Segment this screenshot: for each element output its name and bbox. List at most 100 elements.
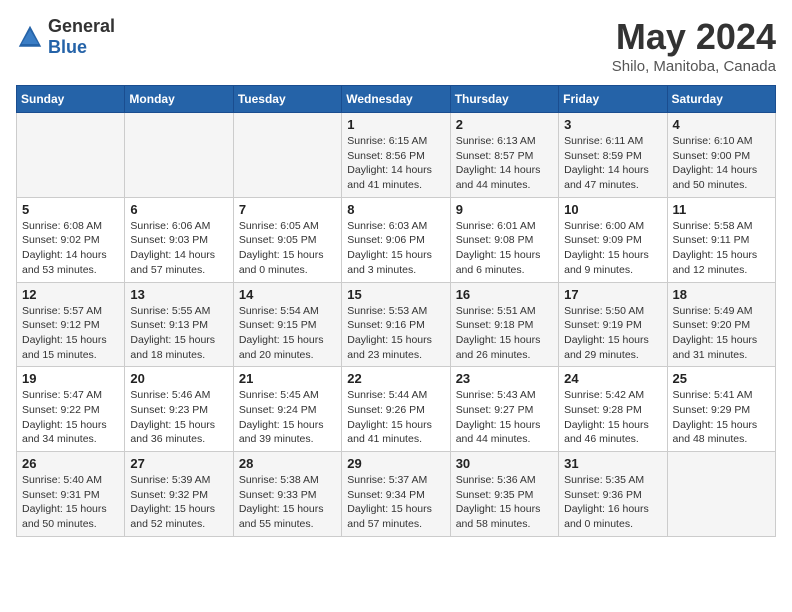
day-number: 16 — [456, 287, 553, 302]
day-info: Sunrise: 6:06 AM Sunset: 9:03 PM Dayligh… — [130, 219, 227, 278]
day-info: Sunrise: 5:42 AM Sunset: 9:28 PM Dayligh… — [564, 388, 661, 447]
calendar-cell: 6 Sunrise: 6:06 AM Sunset: 9:03 PM Daylig… — [125, 197, 233, 282]
day-info: Sunrise: 5:53 AM Sunset: 9:16 PM Dayligh… — [347, 304, 444, 363]
week-row-5: 26Sunrise: 5:40 AM Sunset: 9:31 PM Dayli… — [17, 452, 776, 537]
week-row-2: 5Sunrise: 6:08 AM Sunset: 9:02 PM Daylig… — [17, 197, 776, 282]
day-info: Sunrise: 5:36 AM Sunset: 9:35 PM Dayligh… — [456, 473, 553, 532]
calendar-cell: 22 Sunrise: 5:44 AM Sunset: 9:26 PM Dayli… — [342, 367, 450, 452]
day-number: 25 — [673, 371, 770, 386]
day-number: 24 — [564, 371, 661, 386]
day-number: 5 — [22, 202, 119, 217]
calendar-cell: 26Sunrise: 5:40 AM Sunset: 9:31 PM Dayli… — [17, 452, 125, 537]
logo-general: General — [48, 16, 115, 36]
day-number: 12 — [22, 287, 119, 302]
calendar-cell: 4 Sunrise: 6:10 AM Sunset: 9:00 PM Daylig… — [667, 113, 775, 198]
day-info: Sunrise: 5:51 AM Sunset: 9:18 PM Dayligh… — [456, 304, 553, 363]
day-info: Sunrise: 5:55 AM Sunset: 9:13 PM Dayligh… — [130, 304, 227, 363]
header-cell-wednesday: Wednesday — [342, 86, 450, 113]
subtitle: Shilo, Manitoba, Canada — [612, 58, 776, 75]
header-cell-thursday: Thursday — [450, 86, 558, 113]
calendar-cell: 18Sunrise: 5:49 AM Sunset: 9:20 PM Dayli… — [667, 282, 775, 367]
calendar-cell: 16 Sunrise: 5:51 AM Sunset: 9:18 PM Dayli… — [450, 282, 558, 367]
calendar-cell: 30 Sunrise: 5:36 AM Sunset: 9:35 PM Dayli… — [450, 452, 558, 537]
calendar-cell: 12 Sunrise: 5:57 AM Sunset: 9:12 PM Dayli… — [17, 282, 125, 367]
logo-text: General Blue — [48, 16, 115, 58]
calendar-cell: 14 Sunrise: 5:54 AM Sunset: 9:15 PM Dayli… — [233, 282, 341, 367]
calendar-cell: 7 Sunrise: 6:05 AM Sunset: 9:05 PM Daylig… — [233, 197, 341, 282]
header-cell-monday: Monday — [125, 86, 233, 113]
day-number: 29 — [347, 456, 444, 471]
day-number: 10 — [564, 202, 661, 217]
calendar-cell: 25 Sunrise: 5:41 AM Sunset: 9:29 PM Dayli… — [667, 367, 775, 452]
day-number: 2 — [456, 117, 553, 132]
day-number: 22 — [347, 371, 444, 386]
header-cell-friday: Friday — [559, 86, 667, 113]
day-info: Sunrise: 5:50 AM Sunset: 9:19 PM Dayligh… — [564, 304, 661, 363]
calendar-cell: 24 Sunrise: 5:42 AM Sunset: 9:28 PM Dayli… — [559, 367, 667, 452]
calendar-cell: 8 Sunrise: 6:03 AM Sunset: 9:06 PM Daylig… — [342, 197, 450, 282]
day-number: 30 — [456, 456, 553, 471]
day-info: Sunrise: 5:57 AM Sunset: 9:12 PM Dayligh… — [22, 304, 119, 363]
calendar-cell: 17 Sunrise: 5:50 AM Sunset: 9:19 PM Dayli… — [559, 282, 667, 367]
week-row-3: 12 Sunrise: 5:57 AM Sunset: 9:12 PM Dayli… — [17, 282, 776, 367]
day-info: Sunrise: 5:43 AM Sunset: 9:27 PM Dayligh… — [456, 388, 553, 447]
calendar-cell — [125, 113, 233, 198]
day-info: Sunrise: 5:37 AM Sunset: 9:34 PM Dayligh… — [347, 473, 444, 532]
logo: General Blue — [16, 16, 115, 58]
day-info: Sunrise: 5:54 AM Sunset: 9:15 PM Dayligh… — [239, 304, 336, 363]
day-info: Sunrise: 5:41 AM Sunset: 9:29 PM Dayligh… — [673, 388, 770, 447]
day-info: Sunrise: 6:15 AM Sunset: 8:56 PM Dayligh… — [347, 134, 444, 193]
calendar-cell: 23 Sunrise: 5:43 AM Sunset: 9:27 PM Dayli… — [450, 367, 558, 452]
calendar-cell: 28Sunrise: 5:38 AM Sunset: 9:33 PM Dayli… — [233, 452, 341, 537]
day-info: Sunrise: 5:47 AM Sunset: 9:22 PM Dayligh… — [22, 388, 119, 447]
calendar-cell: 31Sunrise: 5:35 AM Sunset: 9:36 PM Dayli… — [559, 452, 667, 537]
calendar-cell — [233, 113, 341, 198]
calendar-table: SundayMondayTuesdayWednesdayThursdayFrid… — [16, 85, 776, 537]
calendar-cell: 20 Sunrise: 5:46 AM Sunset: 9:23 PM Dayli… — [125, 367, 233, 452]
calendar-body: 1 Sunrise: 6:15 AM Sunset: 8:56 PM Daylig… — [17, 113, 776, 537]
day-info: Sunrise: 6:03 AM Sunset: 9:06 PM Dayligh… — [347, 219, 444, 278]
logo-blue: Blue — [48, 37, 87, 57]
day-number: 23 — [456, 371, 553, 386]
calendar-cell: 10Sunrise: 6:00 AM Sunset: 9:09 PM Dayli… — [559, 197, 667, 282]
week-row-1: 1 Sunrise: 6:15 AM Sunset: 8:56 PM Daylig… — [17, 113, 776, 198]
day-number: 8 — [347, 202, 444, 217]
header-cell-tuesday: Tuesday — [233, 86, 341, 113]
day-info: Sunrise: 5:44 AM Sunset: 9:26 PM Dayligh… — [347, 388, 444, 447]
calendar-cell: 27Sunrise: 5:39 AM Sunset: 9:32 PM Dayli… — [125, 452, 233, 537]
day-number: 21 — [239, 371, 336, 386]
header-row: SundayMondayTuesdayWednesdayThursdayFrid… — [17, 86, 776, 113]
calendar-cell: 21 Sunrise: 5:45 AM Sunset: 9:24 PM Dayli… — [233, 367, 341, 452]
calendar-cell: 19Sunrise: 5:47 AM Sunset: 9:22 PM Dayli… — [17, 367, 125, 452]
day-number: 18 — [673, 287, 770, 302]
calendar-cell — [17, 113, 125, 198]
calendar-cell: 2Sunrise: 6:13 AM Sunset: 8:57 PM Daylig… — [450, 113, 558, 198]
day-info: Sunrise: 5:58 AM Sunset: 9:11 PM Dayligh… — [673, 219, 770, 278]
day-number: 17 — [564, 287, 661, 302]
day-info: Sunrise: 5:45 AM Sunset: 9:24 PM Dayligh… — [239, 388, 336, 447]
day-info: Sunrise: 5:46 AM Sunset: 9:23 PM Dayligh… — [130, 388, 227, 447]
day-number: 28 — [239, 456, 336, 471]
header-cell-saturday: Saturday — [667, 86, 775, 113]
day-info: Sunrise: 6:11 AM Sunset: 8:59 PM Dayligh… — [564, 134, 661, 193]
calendar-cell: 11Sunrise: 5:58 AM Sunset: 9:11 PM Dayli… — [667, 197, 775, 282]
day-info: Sunrise: 6:10 AM Sunset: 9:00 PM Dayligh… — [673, 134, 770, 193]
day-number: 6 — [130, 202, 227, 217]
day-info: Sunrise: 6:01 AM Sunset: 9:08 PM Dayligh… — [456, 219, 553, 278]
day-number: 7 — [239, 202, 336, 217]
day-number: 3 — [564, 117, 661, 132]
calendar-cell: 13 Sunrise: 5:55 AM Sunset: 9:13 PM Dayli… — [125, 282, 233, 367]
day-number: 14 — [239, 287, 336, 302]
day-number: 13 — [130, 287, 227, 302]
day-number: 20 — [130, 371, 227, 386]
day-number: 31 — [564, 456, 661, 471]
day-number: 1 — [347, 117, 444, 132]
header-cell-sunday: Sunday — [17, 86, 125, 113]
day-info: Sunrise: 6:05 AM Sunset: 9:05 PM Dayligh… — [239, 219, 336, 278]
main-title: May 2024 — [612, 16, 776, 58]
header: General Blue May 2024 Shilo, Manitoba, C… — [16, 16, 776, 75]
calendar-cell: 3 Sunrise: 6:11 AM Sunset: 8:59 PM Daylig… — [559, 113, 667, 198]
day-info: Sunrise: 5:39 AM Sunset: 9:32 PM Dayligh… — [130, 473, 227, 532]
logo-icon — [16, 23, 44, 51]
day-number: 4 — [673, 117, 770, 132]
